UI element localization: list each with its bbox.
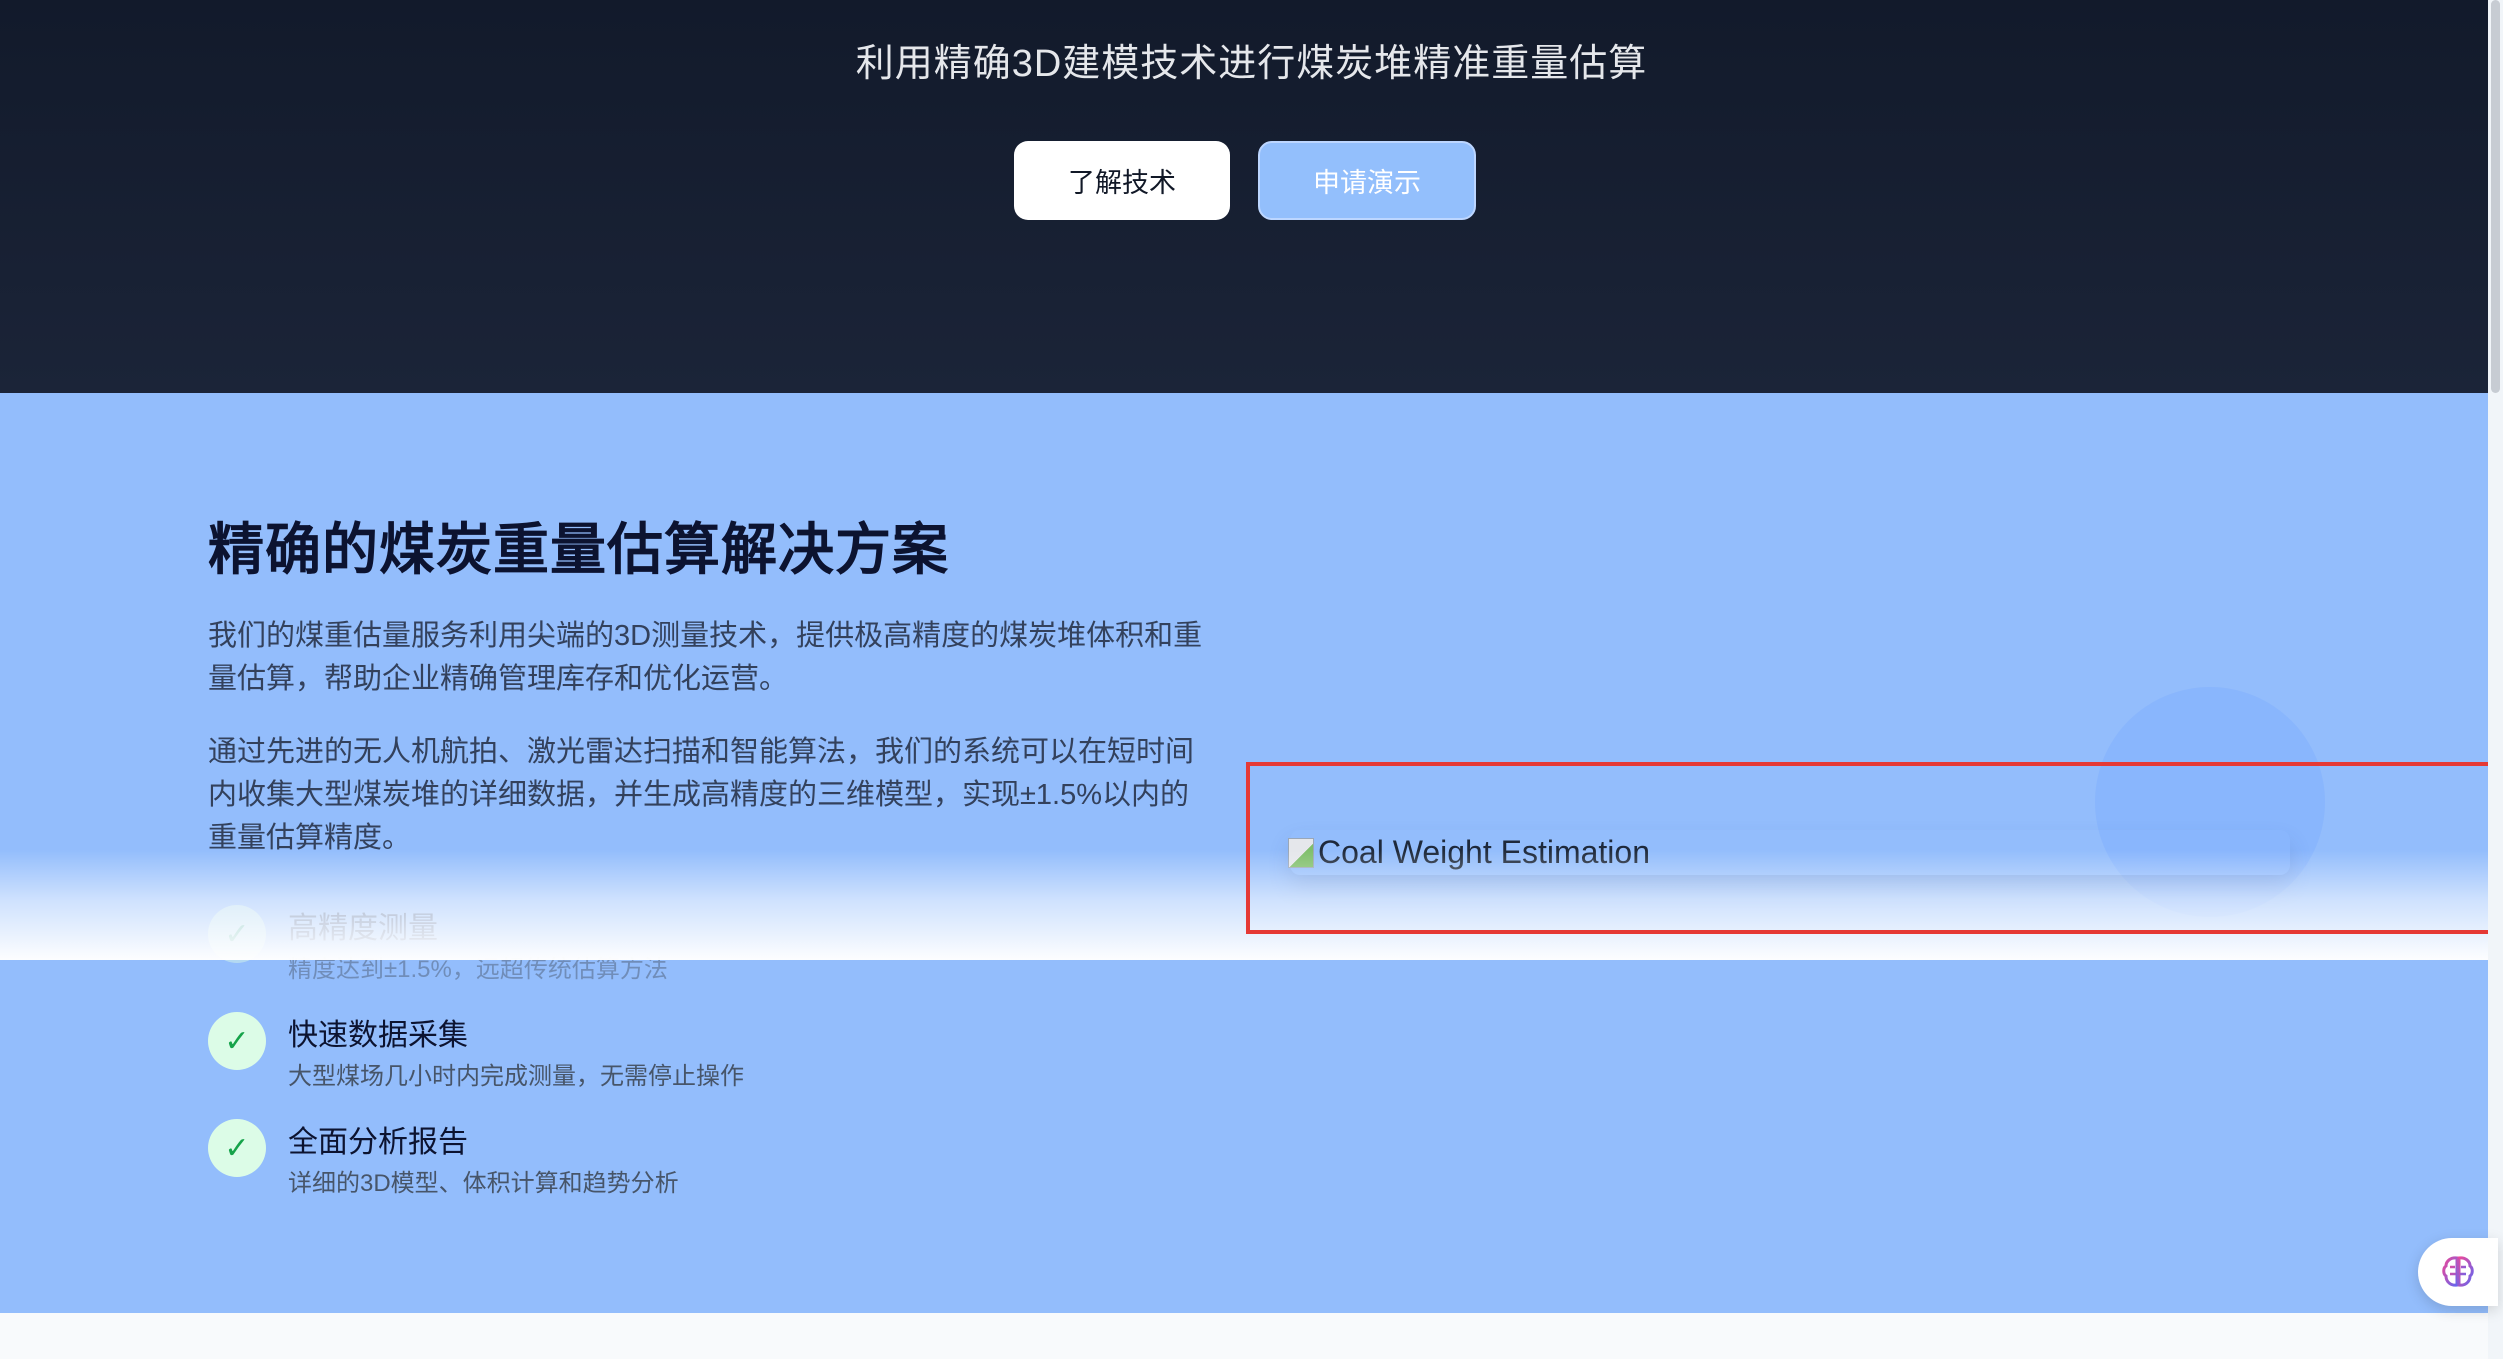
feature-title: 全面分析报告 <box>288 1126 468 1159</box>
intro-paragraph: 我们的煤重估量服务利用尖端的3D测量技术，提供极高精度的煤炭堆体积和重量估算，帮… <box>208 620 1203 695</box>
section-title: 精确的煤炭重量估算解决方案 <box>208 518 949 581</box>
scrollbar-thumb[interactable] <box>2491 0 2500 393</box>
learn-technology-button[interactable]: 了解技术 <box>1014 141 1230 220</box>
feature-description: 大型煤场几小时内完成测量，无需停止操作 <box>288 1063 744 1090</box>
request-demo-button[interactable]: 申请演示 <box>1258 141 1476 220</box>
feature-description: 精度达到±1.5%，远超传统估算方法 <box>288 956 668 983</box>
check-icon: ✓ <box>208 1012 266 1070</box>
feature-title: 高精度测量 <box>288 912 438 945</box>
ai-assistant-button[interactable] <box>2418 1238 2498 1306</box>
hero-section: 利用精确3D建模技术进行煤炭堆精准重量估算 了解技术 申请演示 <box>0 0 2503 393</box>
check-icon: ✓ <box>208 1119 266 1177</box>
brain-icon <box>2442 1256 2474 1287</box>
highlight-box <box>1246 762 2496 934</box>
feature-description: 详细的3D模型、体积计算和趋势分析 <box>288 1170 679 1197</box>
hero-subtitle: 利用精确3D建模技术进行煤炭堆精准重量估算 <box>855 43 1648 85</box>
technology-paragraph: 通过先进的无人机航拍、激光雷达扫描和智能算法，我们的系统可以在短时间内收集大型煤… <box>208 736 1195 854</box>
check-icon: ✓ <box>208 905 266 963</box>
feature-title: 快速数据采集 <box>288 1019 468 1052</box>
next-section-edge <box>0 1313 2503 1359</box>
